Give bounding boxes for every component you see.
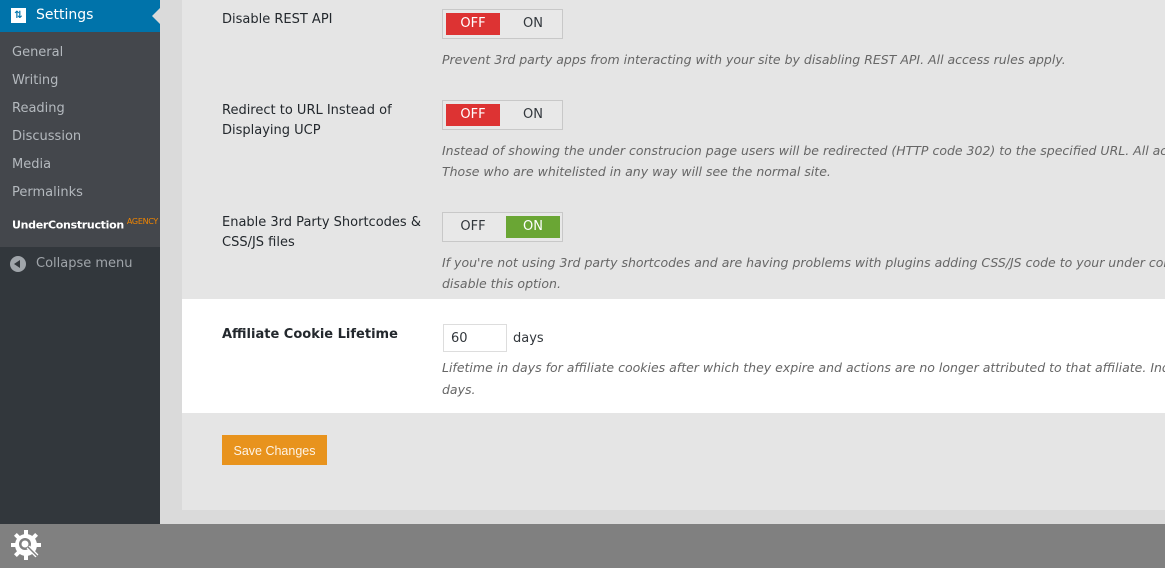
sidebar-item-label: Settings [36,7,94,23]
save-changes-button[interactable]: Save Changes [222,435,327,465]
submenu-item-discussion[interactable]: Discussion [12,129,81,144]
settings-gear-wrench-icon[interactable] [10,529,44,563]
sidebar-item-settings[interactable]: ⇅ Settings [0,0,160,32]
toggle-on-option[interactable]: ON [506,216,560,238]
disable-rest-api-toggle[interactable]: OFF ON [442,9,563,39]
submenu-item-underconstruction[interactable]: UnderConstruction AGENCY [12,217,158,232]
redirect-url-toggle[interactable]: OFF ON [442,100,563,130]
affiliate-cookie-lifetime-input[interactable] [443,324,507,352]
submenu-item-permalinks[interactable]: Permalinks [12,185,83,200]
submenu-item-general[interactable]: General [12,45,63,60]
setting-label: Redirect to URL Instead of Displaying UC… [222,103,392,138]
settings-submenu: General Writing Reading Discussion Media… [0,32,160,247]
setting-row-redirect-url: Redirect to URL Instead of Displaying UC… [182,95,1165,207]
collapse-menu-label: Collapse menu [36,256,133,271]
active-pointer [152,8,160,24]
submenu-item-writing[interactable]: Writing [12,73,58,88]
setting-description-line2: Those who are whitelisted in any way wil… [442,164,831,179]
setting-label: Disable REST API [222,12,333,27]
setting-description-line2: disable this option. [442,276,561,291]
footer-bar [0,524,1165,568]
unit-label: days [513,331,544,346]
agency-badge: AGENCY [126,217,158,226]
collapse-arrow-icon [10,256,26,272]
settings-sliders-icon: ⇅ [11,8,26,23]
collapse-menu-button[interactable]: Collapse menu [0,247,160,281]
toggle-on-option[interactable]: ON [506,104,560,126]
setting-description-line1: Instead of showing the under construcion… [442,143,1165,158]
setting-label: Enable 3rd Party Shortcodes & CSS/JS fil… [222,215,421,250]
admin-sidebar: ⇅ Settings General Writing Reading Discu… [0,0,160,524]
setting-description-line1: Lifetime in days for affiliate cookies a… [442,360,1165,375]
toggle-off-option[interactable]: OFF [446,104,500,126]
setting-description: Prevent 3rd party apps from interacting … [442,52,1066,67]
submenu-item-reading[interactable]: Reading [12,101,65,116]
setting-row-affiliate-cookie-lifetime: Affiliate Cookie Lifetime days Lifetime … [182,299,1165,413]
submenu-item-media[interactable]: Media [12,157,51,172]
toggle-on-option[interactable]: ON [506,13,560,35]
settings-panel: Disable REST API OFF ON Prevent 3rd part… [182,0,1165,510]
toggle-off-option[interactable]: OFF [446,216,500,238]
plugin-label: UnderConstruction [12,218,124,232]
toggle-off-option[interactable]: OFF [446,13,500,35]
3rd-party-shortcodes-toggle[interactable]: OFF ON [442,212,563,242]
setting-row-disable-rest-api: Disable REST API OFF ON Prevent 3rd part… [182,0,1165,95]
setting-label: Affiliate Cookie Lifetime [222,327,398,342]
setting-row-3rd-party-shortcodes: Enable 3rd Party Shortcodes & CSS/JS fil… [182,207,1165,299]
setting-description-line2: days. [442,382,476,397]
setting-description-line1: If you're not using 3rd party shortcodes… [442,255,1165,270]
